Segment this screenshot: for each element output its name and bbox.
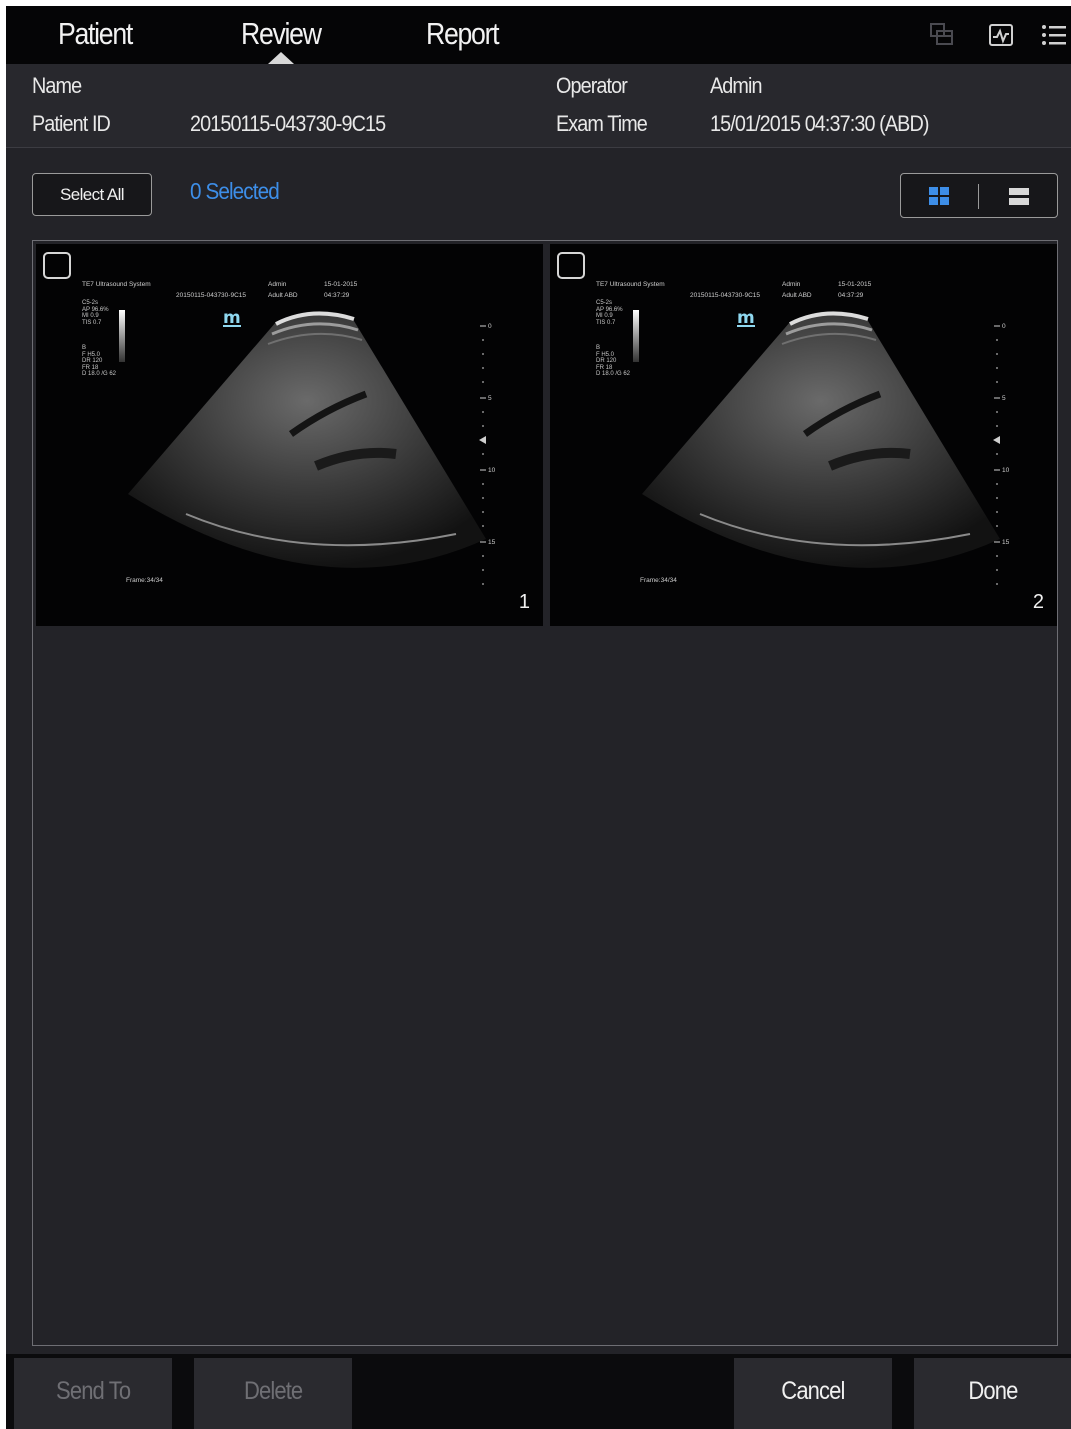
select-all-button[interactable]: Select All bbox=[32, 173, 152, 216]
tab-review[interactable]: Review bbox=[241, 14, 322, 54]
ultrasound-image bbox=[642, 311, 1000, 585]
layers-icon[interactable] bbox=[928, 21, 956, 49]
image-thumbnail[interactable]: TE7 Ultrasound System 20150115-043730-9C… bbox=[36, 244, 543, 626]
done-label: Done bbox=[968, 1377, 1018, 1405]
overlay-date: 15-01-2015 bbox=[838, 281, 872, 288]
depth-tick-label: 5 bbox=[488, 395, 492, 402]
view-toggle-divider bbox=[978, 184, 979, 209]
overlay-operator: Admin bbox=[782, 281, 801, 288]
overlay-operator: Admin bbox=[268, 281, 287, 288]
overlay-system-name: TE7 Ultrasound System bbox=[82, 281, 151, 288]
overlay-date: 15-01-2015 bbox=[324, 281, 358, 288]
depth-tick-label: 10 bbox=[488, 467, 496, 474]
waveform-icon[interactable] bbox=[987, 21, 1015, 49]
depth-tick-label: 5 bbox=[1002, 395, 1006, 402]
top-navigation-bar: Patient Review Report bbox=[6, 6, 1071, 64]
cancel-label: Cancel bbox=[781, 1377, 845, 1405]
ultrasound-image bbox=[128, 311, 486, 585]
overlay-preset: Adult ABD bbox=[268, 292, 298, 299]
overlay-exam-id: 20150115-043730-9C15 bbox=[690, 292, 760, 299]
grayscale-bar bbox=[119, 310, 125, 362]
selected-count: 0 Selected bbox=[190, 178, 280, 204]
overlay-probe-params: C5-2s AP 96.6% MI 0.9 TIS 0.7 bbox=[82, 300, 109, 326]
overlay-frame-count: Frame:34/34 bbox=[126, 577, 163, 584]
bottom-action-bar: Send To Delete Cancel Done bbox=[6, 1354, 1071, 1429]
cancel-button[interactable]: Cancel bbox=[734, 1358, 892, 1429]
active-tab-indicator bbox=[268, 52, 294, 64]
patient-info-panel: Name Patient ID 20150115-043730-9C15 Ope… bbox=[6, 64, 1071, 148]
image-checkbox[interactable] bbox=[43, 252, 71, 279]
view-mode-toggle bbox=[900, 173, 1058, 218]
patient-id-value: 20150115-043730-9C15 bbox=[190, 111, 386, 136]
exam-time-label: Exam Time bbox=[556, 111, 648, 136]
delete-label: Delete bbox=[243, 1377, 303, 1405]
image-gallery: TE7 Ultrasound System 20150115-043730-9C… bbox=[32, 240, 1058, 1346]
depth-tick-label: 0 bbox=[488, 323, 492, 330]
image-thumbnail[interactable]: TE7 Ultrasound System 20150115-043730-9C… bbox=[550, 244, 1057, 626]
delete-button[interactable]: Delete bbox=[194, 1358, 352, 1429]
image-index: 2 bbox=[1032, 591, 1044, 613]
depth-tick-label: 15 bbox=[1002, 539, 1010, 546]
review-screen: Patient Review Report Name Patient ID 20… bbox=[6, 6, 1071, 1429]
depth-tick-label: 15 bbox=[488, 539, 496, 546]
tab-report[interactable]: Report bbox=[426, 14, 500, 54]
grid-view-icon[interactable] bbox=[929, 187, 949, 205]
tab-patient[interactable]: Patient bbox=[58, 14, 133, 54]
image-checkbox[interactable] bbox=[557, 252, 585, 279]
grayscale-bar bbox=[633, 310, 639, 362]
done-button[interactable]: Done bbox=[914, 1358, 1071, 1429]
overlay-time: 04:37:29 bbox=[324, 292, 350, 299]
list-view-icon[interactable] bbox=[1009, 188, 1029, 205]
list-menu-icon[interactable] bbox=[1040, 21, 1068, 49]
overlay-exam-id: 20150115-043730-9C15 bbox=[176, 292, 246, 299]
operator-label: Operator bbox=[556, 73, 628, 98]
exam-time-value: 15/01/2015 04:37:30 (ABD) bbox=[710, 111, 929, 136]
send-to-button[interactable]: Send To bbox=[14, 1358, 172, 1429]
depth-tick-label: 10 bbox=[1002, 467, 1010, 474]
overlay-preset: Adult ABD bbox=[782, 292, 812, 299]
overlay-imaging-params: B F H5.0 DR 120 FR 18 D 18.0 /G 62 bbox=[596, 345, 631, 377]
overlay-frame-count: Frame:34/34 bbox=[640, 577, 677, 584]
image-index: 1 bbox=[518, 591, 530, 613]
name-label: Name bbox=[32, 73, 82, 98]
operator-value: Admin bbox=[710, 73, 763, 98]
overlay-probe-params: C5-2s AP 96.6% MI 0.9 TIS 0.7 bbox=[596, 300, 623, 326]
mindray-logo: m bbox=[737, 308, 755, 328]
send-to-label: Send To bbox=[55, 1377, 131, 1405]
patient-id-label: Patient ID bbox=[32, 111, 111, 136]
mindray-logo: m bbox=[223, 308, 241, 328]
depth-tick-label: 0 bbox=[1002, 323, 1006, 330]
overlay-system-name: TE7 Ultrasound System bbox=[596, 281, 665, 288]
overlay-time: 04:37:29 bbox=[838, 292, 864, 299]
overlay-imaging-params: B F H5.0 DR 120 FR 18 D 18.0 /G 62 bbox=[82, 345, 117, 377]
